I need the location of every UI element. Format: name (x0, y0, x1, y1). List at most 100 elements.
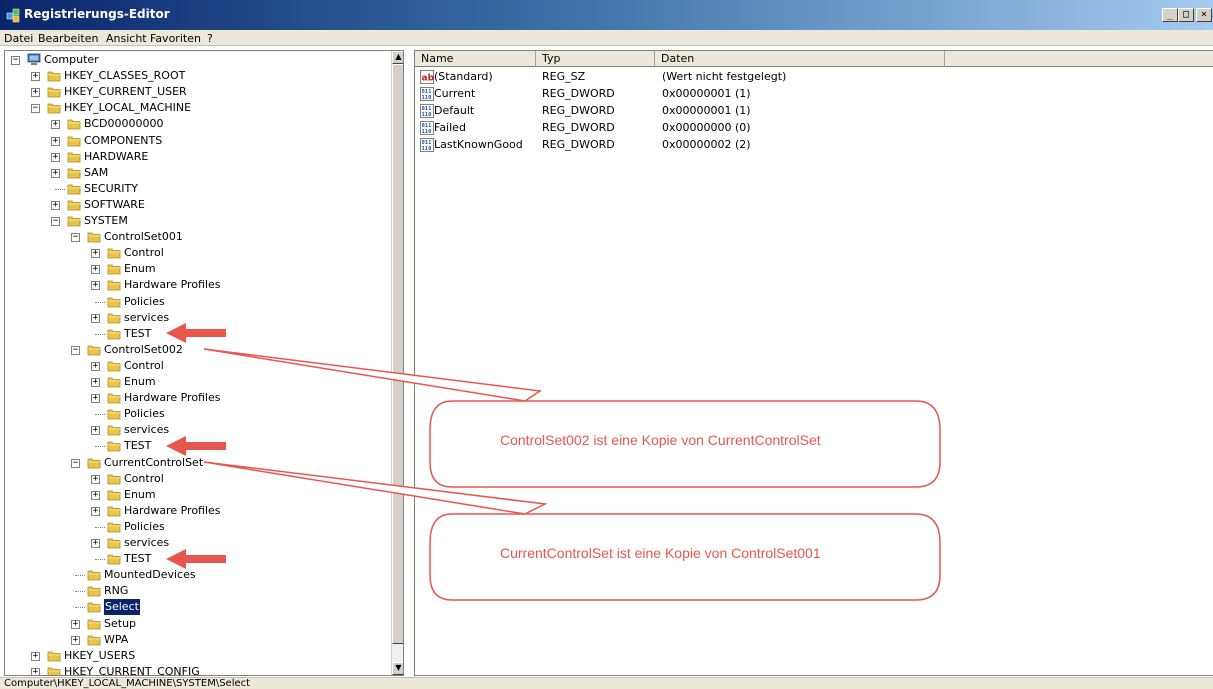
tree-node-label: MountedDevices (104, 568, 196, 582)
value-data: (Wert nicht festgelegt) (662, 70, 787, 83)
column-header-name[interactable]: Name (415, 51, 536, 67)
expand-icon[interactable]: + (91, 361, 100, 371)
dword-value-icon: 011110 (420, 138, 434, 152)
list-item[interactable]: ab (Standard) REG_SZ (Wert nicht festgelegt… (415, 69, 1213, 85)
list-item[interactable]: 011 110 LastKnownGood REG_DWORD 0x00000002 (… (415, 137, 1213, 153)
tree-node-label: TEST (124, 439, 152, 453)
svg-text:ab: ab (422, 74, 435, 84)
close-button[interactable]: × (1196, 8, 1212, 22)
expand-icon[interactable]: + (91, 281, 100, 291)
menu-bearbeiten[interactable]: Bearbeiten (38, 32, 98, 45)
folder-icon (87, 586, 101, 597)
tree-node-label: TEST (124, 326, 152, 340)
value-list[interactable]: Name Typ Daten ab (Standard) REG_SZ (Wert n… (414, 50, 1213, 676)
expand-icon[interactable]: + (51, 168, 60, 178)
tree-connector (75, 575, 85, 577)
collapse-icon[interactable]: − (71, 233, 80, 243)
folder-icon (87, 619, 101, 629)
expand-icon[interactable]: + (31, 88, 40, 98)
value-data: 0x00000001 (1) (662, 87, 751, 100)
expand-icon[interactable]: + (71, 619, 80, 629)
value-type: REG_DWORD (542, 138, 615, 151)
collapse-icon[interactable]: − (71, 345, 80, 355)
value-type: REG_DWORD (542, 104, 615, 117)
folder-icon (67, 119, 81, 130)
expand-icon[interactable]: + (51, 120, 60, 130)
list-item[interactable]: 011 110 Default REG_DWORD 0x00000001 (1) (415, 103, 1213, 119)
collapse-icon[interactable]: − (11, 56, 20, 65)
tree-node-label: CurrentControlSet (104, 455, 204, 469)
tree-node-label: HKEY_USERS (64, 648, 136, 662)
folder-icon (107, 506, 121, 517)
svg-text:110: 110 (422, 146, 432, 152)
expand-icon[interactable]: + (91, 539, 100, 548)
folder-icon (107, 490, 121, 501)
expand-icon[interactable]: + (91, 426, 100, 436)
tree-node-label: RNG (104, 584, 129, 598)
value-type: REG_DWORD (542, 121, 615, 134)
column-header-type[interactable]: Typ (536, 51, 655, 67)
menu-ansicht[interactable]: Ansicht (106, 32, 147, 45)
title-bar: Registrierungs-Editor _ □ × (0, 0, 1213, 30)
collapse-icon[interactable]: − (71, 458, 80, 468)
menu-help[interactable]: ? (207, 32, 213, 45)
minimize-button[interactable]: _ (1162, 8, 1178, 22)
expand-icon[interactable]: + (91, 378, 100, 387)
expand-icon[interactable]: + (91, 474, 100, 484)
expand-icon[interactable]: + (51, 136, 60, 146)
dword-value-icon: 011110 (420, 121, 434, 135)
list-item[interactable]: 011 110 Failed REG_DWORD 0x00000000 (0) (415, 120, 1213, 136)
maximize-button[interactable]: □ (1178, 8, 1194, 22)
folder-icon (47, 651, 61, 662)
folder-icon (107, 297, 121, 307)
tree-scrollbar[interactable]: ▲ ▼ (391, 51, 403, 675)
folder-icon (107, 377, 121, 388)
menu-datei[interactable]: Datei (4, 32, 33, 45)
tree-node-label: Enum (124, 262, 156, 276)
expand-icon[interactable]: + (51, 200, 60, 210)
menu-favoriten[interactable]: Favoriten (150, 32, 201, 45)
folder-icon (107, 361, 121, 372)
expand-icon[interactable]: + (91, 394, 100, 404)
expand-icon[interactable]: + (91, 249, 100, 259)
tree-node-label: SAM (84, 165, 109, 179)
tree-node-label: Control (124, 358, 164, 372)
value-name: LastKnownGood (434, 138, 523, 151)
callout-text-1: ControlSet002 ist eine Kopie von Current… (500, 432, 821, 448)
column-header-data[interactable]: Daten (655, 51, 945, 67)
tree-node-label: services (124, 310, 170, 324)
folder-icon (87, 232, 101, 243)
tree-node-label: HKEY_CURRENT_CONFIG (64, 664, 200, 676)
expand-icon[interactable]: + (51, 152, 60, 162)
value-type: REG_SZ (542, 70, 586, 83)
tree-node-label: HKEY_CURRENT_USER (64, 85, 187, 99)
expand-icon[interactable]: + (31, 651, 40, 661)
scroll-up-button[interactable]: ▲ (392, 51, 403, 64)
folder-icon (67, 216, 81, 227)
tree-node-label: Hardware Profiles (124, 503, 221, 517)
tree-node-label: Computer (44, 53, 99, 66)
registry-tree[interactable]: − Computer + HKEY_CLASSES_ROOT + HKEY_CURRENT… (4, 50, 404, 676)
tree-connector (55, 188, 65, 190)
expand-icon[interactable]: + (91, 265, 100, 275)
expand-icon[interactable]: + (71, 635, 80, 645)
collapse-icon[interactable]: − (51, 217, 60, 226)
list-item[interactable]: 011 110 Current REG_DWORD 0x00000001 (1) (415, 86, 1213, 102)
tree-node-label: Setup (104, 616, 137, 630)
folder-icon (107, 393, 121, 404)
folder-icon (107, 538, 121, 549)
scroll-down-button[interactable]: ▼ (392, 662, 403, 675)
expand-icon[interactable]: + (31, 72, 40, 82)
value-data: 0x00000002 (2) (662, 138, 751, 151)
folder-icon (107, 409, 121, 420)
tree-node-label: Select (104, 599, 140, 616)
expand-icon[interactable]: + (91, 313, 100, 323)
expand-icon[interactable]: + (31, 667, 40, 675)
expand-icon[interactable]: + (91, 506, 100, 516)
collapse-icon[interactable]: − (31, 104, 40, 114)
expand-icon[interactable]: + (91, 490, 100, 500)
folder-icon (107, 425, 121, 436)
scroll-thumb[interactable] (392, 64, 403, 644)
tree-node-label: SECURITY (84, 181, 138, 195)
folder-icon (47, 103, 61, 114)
